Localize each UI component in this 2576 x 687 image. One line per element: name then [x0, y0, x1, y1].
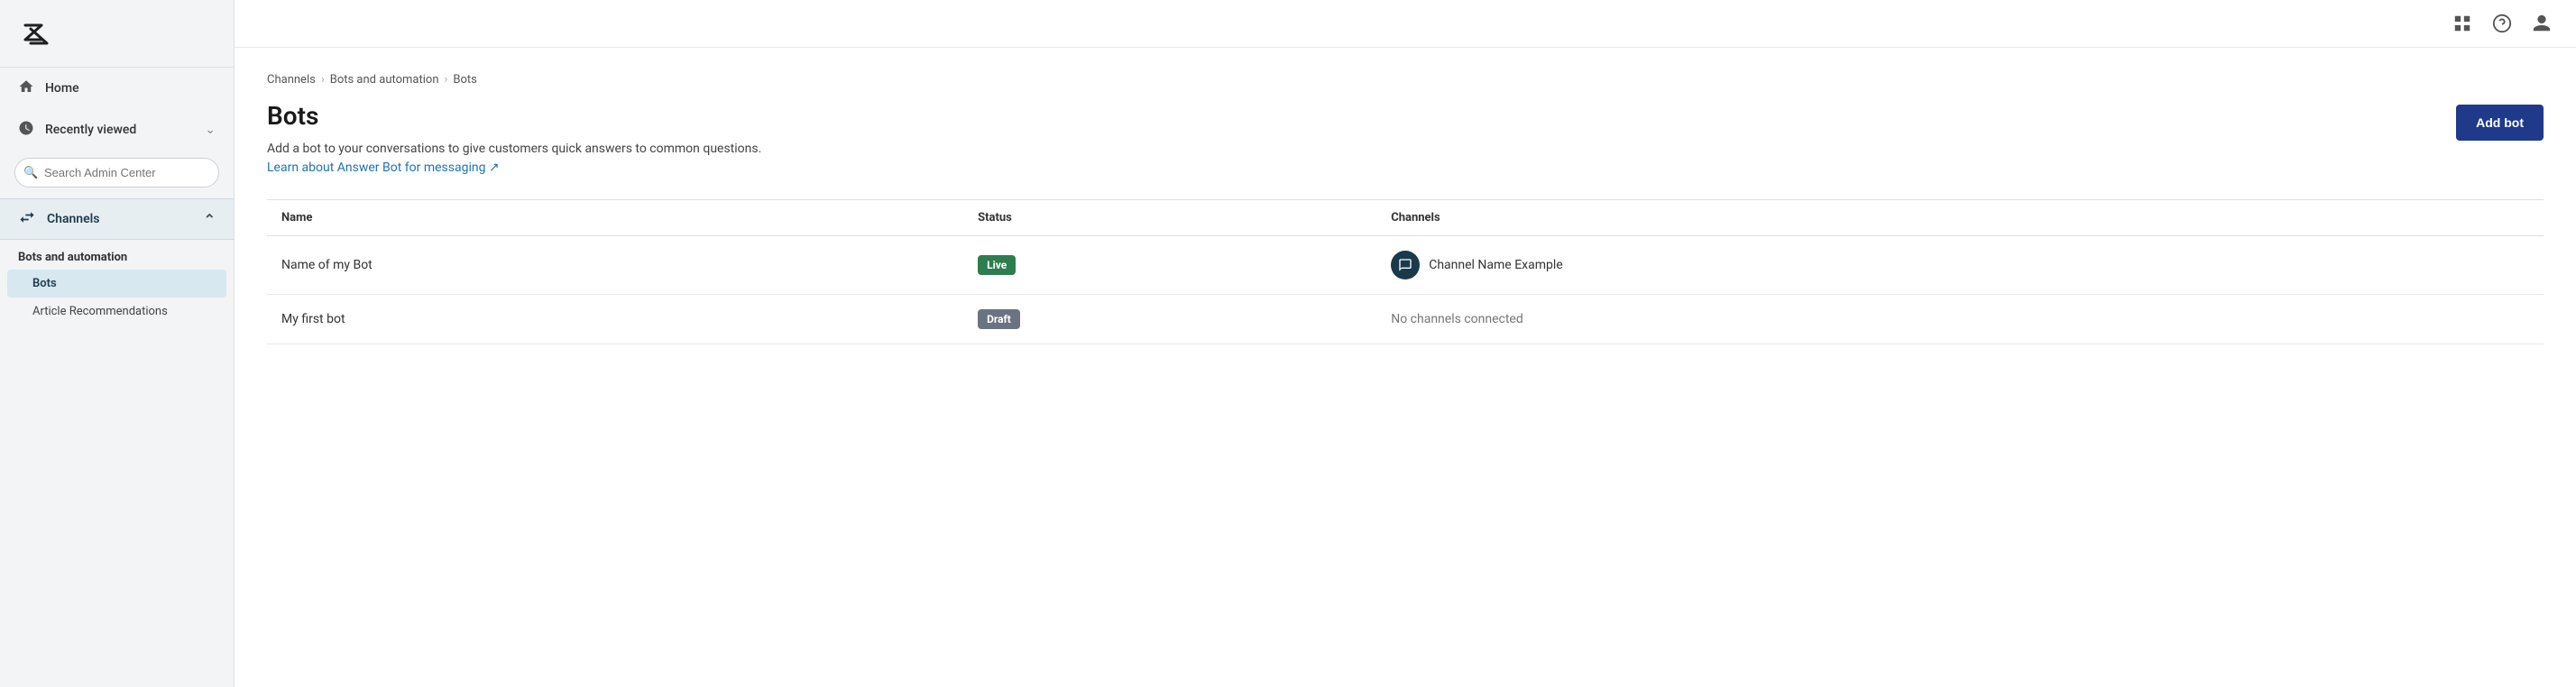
topbar — [235, 0, 2576, 48]
page-title: Bots — [267, 101, 790, 131]
status-badge: Live — [978, 255, 1016, 275]
channel-icon — [1391, 251, 1420, 279]
recently-viewed-label: Recently viewed — [45, 123, 136, 137]
status-badge: Draft — [978, 309, 1020, 329]
page-description: Add a bot to your conversations to give … — [267, 140, 790, 178]
bot-channel-cell: Channel Name Example — [1376, 236, 2544, 295]
learn-more-link[interactable]: Learn about Answer Bot for messaging ↗ — [267, 160, 500, 175]
sidebar-item-article-recommendations[interactable]: Article Recommendations — [7, 298, 226, 325]
grid-icon[interactable] — [2450, 11, 2475, 36]
home-label: Home — [45, 81, 79, 96]
col-status: Status — [963, 200, 1376, 236]
bots-section-title: Bots and automation — [0, 240, 234, 270]
help-icon[interactable] — [2489, 11, 2515, 36]
table-row[interactable]: My first bot Draft No channels connected — [267, 295, 2544, 344]
add-bot-button[interactable]: Add bot — [2456, 105, 2544, 141]
page-header: Bots Add a bot to your conversations to … — [267, 101, 2544, 178]
bots-table: Name Status Channels Name of my Bot Live C… — [267, 199, 2544, 344]
col-name: Name — [267, 200, 963, 236]
zendesk-logo — [18, 16, 54, 52]
bot-channel-cell: No channels connected — [1376, 295, 2544, 344]
channels-label: Channels — [47, 212, 100, 226]
logo-area — [0, 0, 234, 68]
sidebar-item-home[interactable]: Home — [0, 68, 234, 109]
bot-status-cell: Draft — [963, 295, 1376, 344]
bot-name-cell: Name of my Bot — [267, 236, 963, 295]
page-title-area: Bots Add a bot to your conversations to … — [267, 101, 790, 178]
channel-with-icon: Channel Name Example — [1391, 251, 2529, 279]
bot-status-cell: Live — [963, 236, 1376, 295]
main-content: Channels › Bots and automation › Bots Bo… — [235, 0, 2576, 687]
page-content: Channels › Bots and automation › Bots Bo… — [235, 48, 2576, 687]
sidebar-item-bots[interactable]: Bots — [7, 270, 226, 298]
chevron-up-icon: ⌃ — [204, 211, 216, 228]
breadcrumb: Channels › Bots and automation › Bots — [267, 73, 2544, 87]
table-row[interactable]: Name of my Bot Live Channel Name Example — [267, 236, 2544, 295]
breadcrumb-bots-automation[interactable]: Bots and automation — [330, 73, 439, 87]
clock-icon — [18, 120, 34, 140]
search-icon: 🔍 — [23, 166, 38, 179]
breadcrumb-channels[interactable]: Channels — [267, 73, 316, 87]
search-area: 🔍 — [0, 151, 234, 198]
col-channels: Channels — [1376, 200, 2544, 236]
table-header: Name Status Channels — [267, 200, 2544, 236]
bot-name-cell: My first bot — [267, 295, 963, 344]
home-icon — [18, 78, 34, 98]
channel-name: Channel Name Example — [1429, 258, 1562, 272]
sidebar-item-recently-viewed[interactable]: Recently viewed ⌄ — [0, 109, 234, 151]
sidebar: Home Recently viewed ⌄ 🔍 Channels — [0, 0, 235, 687]
chevron-down-icon: ⌄ — [205, 123, 216, 137]
user-avatar-icon[interactable] — [2529, 11, 2554, 36]
breadcrumb-bots: Bots — [453, 73, 476, 87]
channels-icon — [18, 208, 36, 230]
search-input[interactable] — [14, 158, 219, 188]
table-body: Name of my Bot Live Channel Name Example My… — [267, 236, 2544, 344]
sidebar-channels-section[interactable]: Channels ⌃ — [0, 198, 234, 240]
